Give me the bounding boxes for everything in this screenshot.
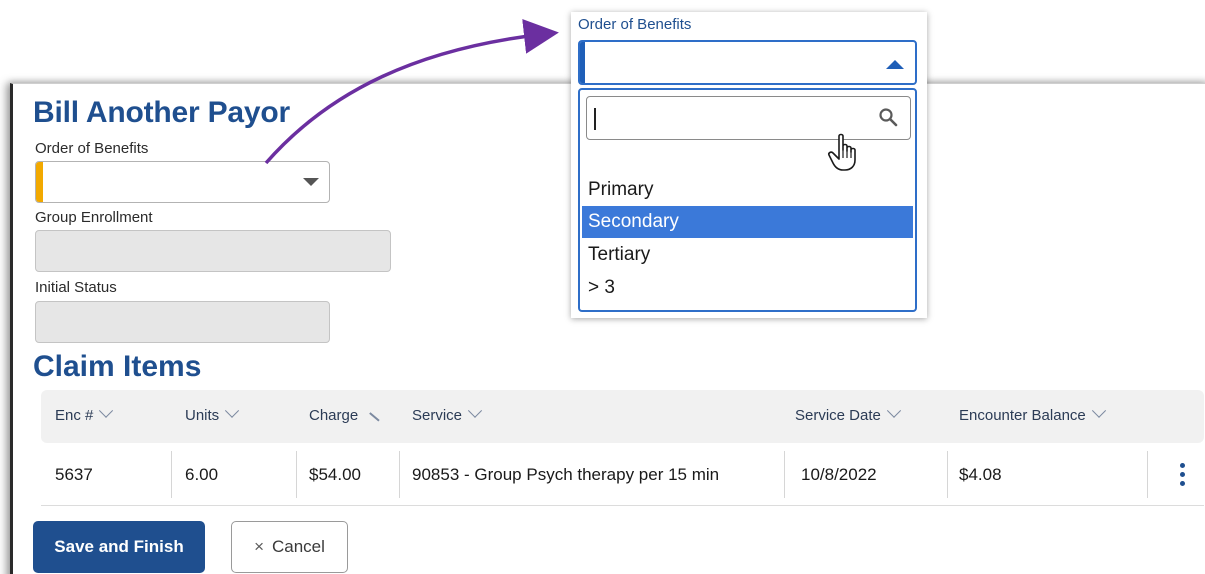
column-header-units[interactable]: Units	[185, 403, 240, 424]
required-marker	[36, 162, 43, 202]
cancel-label: Cancel	[272, 537, 325, 556]
claim-items-title: Claim Items	[33, 350, 202, 383]
chevron-down-icon	[1091, 403, 1106, 418]
column-header-charge[interactable]: Charge	[309, 407, 380, 424]
order-of-benefits-dropdown: Primary Secondary Tertiary > 3	[578, 88, 917, 312]
text-cursor	[594, 108, 596, 130]
callout-label: Order of Benefits	[578, 16, 692, 33]
column-header-encounter-balance[interactable]: Encounter Balance	[959, 403, 1106, 424]
column-divider	[296, 451, 297, 498]
page-title: Bill Another Payor	[33, 96, 290, 129]
save-and-finish-button[interactable]: Save and Finish	[33, 521, 205, 573]
claim-items-header: Enc # Units Charge Service Service Date …	[41, 390, 1204, 443]
cell-enc: 5637	[55, 465, 93, 484]
group-enrollment-field	[35, 230, 391, 272]
table-row[interactable]: 5637 6.00 $54.00 90853 - Group Psych the…	[41, 443, 1204, 506]
hand-pointer-icon	[828, 133, 856, 171]
column-divider	[171, 451, 172, 498]
option-primary[interactable]: Primary	[582, 174, 913, 206]
chevron-down-icon	[467, 403, 483, 418]
option-more-than-3[interactable]: > 3	[582, 272, 913, 304]
chevron-down-icon	[886, 403, 901, 418]
initial-status-field	[35, 301, 330, 343]
group-enrollment-label: Group Enrollment	[35, 209, 153, 226]
caret-up-icon[interactable]	[886, 60, 904, 69]
caret-down-icon[interactable]	[303, 178, 319, 186]
column-header-service-date[interactable]: Service Date	[795, 403, 901, 424]
initial-status-label: Initial Status	[35, 279, 117, 296]
option-tertiary[interactable]: Tertiary	[582, 239, 913, 271]
chevron-down-icon	[225, 403, 240, 418]
column-divider	[947, 451, 948, 498]
required-marker	[580, 42, 585, 83]
dropdown-zoom-callout: Order of Benefits Primary Secondary Tert…	[571, 12, 927, 318]
column-header-enc[interactable]: Enc #	[55, 403, 114, 424]
column-divider	[399, 451, 400, 498]
column-divider	[784, 451, 785, 498]
chevron-down-icon	[99, 403, 114, 418]
cell-service-date: 10/8/2022	[801, 465, 877, 484]
search-icon	[879, 108, 898, 127]
sort-arrow-icon	[369, 411, 380, 421]
close-icon: ×	[254, 537, 264, 556]
option-secondary[interactable]: Secondary	[582, 206, 913, 238]
order-of-benefits-select[interactable]	[35, 161, 330, 203]
column-header-service[interactable]: Service	[412, 403, 483, 424]
cell-encounter-balance: $4.08	[959, 465, 1002, 484]
cancel-button[interactable]: × Cancel	[231, 521, 348, 573]
order-of-benefits-select-open[interactable]	[578, 40, 917, 85]
column-divider	[1147, 451, 1148, 498]
order-of-benefits-label: Order of Benefits	[35, 140, 149, 157]
cell-charge: $54.00	[309, 465, 361, 484]
cell-service: 90853 - Group Psych therapy per 15 min	[412, 465, 720, 484]
more-options-icon[interactable]	[1180, 463, 1186, 487]
cell-units: 6.00	[185, 465, 219, 484]
